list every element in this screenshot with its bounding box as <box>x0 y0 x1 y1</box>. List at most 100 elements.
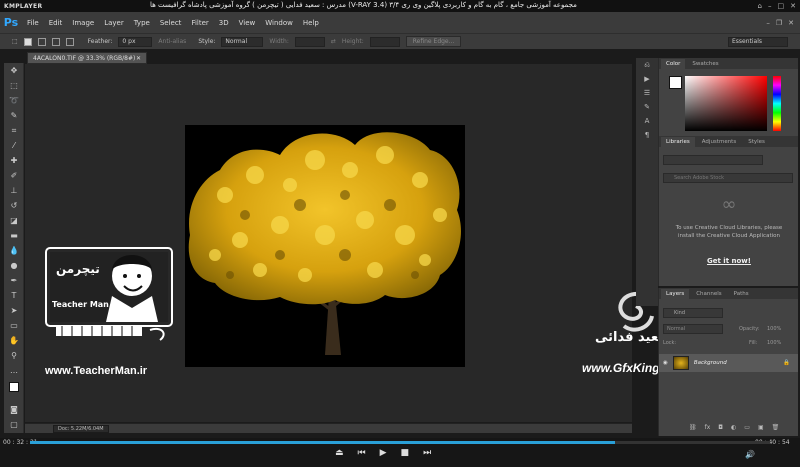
play-icon[interactable]: ▶ <box>380 448 387 458</box>
properties-panel-icon[interactable]: ☰ <box>636 86 658 100</box>
fx-icon[interactable]: fx <box>705 424 711 431</box>
eraser-tool-icon[interactable]: ◪ <box>4 213 24 228</box>
menu-filter[interactable]: Filter <box>186 19 213 27</box>
move-tool-icon[interactable]: ✥ <box>4 63 24 78</box>
menu-image[interactable]: Image <box>67 19 99 27</box>
prev-icon[interactable]: ⏮ <box>358 448 366 458</box>
shape-tool-icon[interactable]: ▭ <box>4 318 24 333</box>
new-selection-icon[interactable] <box>23 37 32 46</box>
adjustment-layer-icon[interactable]: ◐ <box>731 424 736 431</box>
menu-help[interactable]: Help <box>298 19 324 27</box>
next-icon[interactable]: ⏭ <box>423 448 431 458</box>
history-brush-icon[interactable]: ↺ <box>4 198 24 213</box>
path-select-tool-icon[interactable]: ➤ <box>4 303 24 318</box>
menu-layer[interactable]: Layer <box>99 19 129 27</box>
menu-file[interactable]: File <box>22 19 44 27</box>
menu-window[interactable]: Window <box>260 19 298 27</box>
library-select[interactable] <box>663 155 763 165</box>
swap-icon[interactable]: ⇄ <box>331 38 336 45</box>
blur-tool-icon[interactable]: 💧 <box>4 243 24 258</box>
height-input[interactable] <box>369 36 400 47</box>
volume-icon[interactable]: 🔊 <box>745 450 755 459</box>
ps-restore-icon[interactable]: ❐ <box>776 19 782 27</box>
subtract-selection-icon[interactable] <box>51 37 60 46</box>
doc-size-status[interactable]: Doc: 5.22M/6.04M <box>53 424 109 433</box>
quick-select-tool-icon[interactable]: ✎ <box>4 108 24 123</box>
player-title-bar: KMPLAYER مجموعه آموزشی جامع ، گام به گام… <box>0 0 800 12</box>
pin-icon[interactable]: ⌂ <box>758 2 762 10</box>
add-selection-icon[interactable] <box>37 37 46 46</box>
style-select[interactable]: Normal <box>221 36 264 47</box>
opacity-value[interactable]: 100% <box>767 326 781 332</box>
minimize-icon[interactable]: – <box>768 2 772 10</box>
fill-value[interactable]: 100% <box>767 340 781 346</box>
layer-kind-filter[interactable]: Kind <box>663 308 723 318</box>
menu-edit[interactable]: Edit <box>44 19 68 27</box>
document-close-icon[interactable]: ✕ <box>136 55 141 62</box>
color-field[interactable] <box>685 76 767 131</box>
tab-adjustments[interactable]: Adjustments <box>697 137 741 147</box>
menu-view[interactable]: View <box>234 19 261 27</box>
color-swatches-icon[interactable] <box>4 378 24 402</box>
history-panel-icon[interactable]: ⎌ <box>636 58 658 72</box>
refine-edge-button[interactable]: Refine Edge... <box>405 36 462 47</box>
hand-tool-icon[interactable]: ✋ <box>4 333 24 348</box>
group-folder-icon[interactable]: ▭ <box>744 424 750 431</box>
layer-row-background[interactable]: ◉ Background 🔒 <box>659 354 798 372</box>
eyedropper-tool-icon[interactable]: ⁄ <box>4 138 24 153</box>
tab-layers[interactable]: Layers <box>661 289 690 299</box>
document-tab[interactable]: 4ACALON0.TIF @ 33.3% (RGB/8#) ✕ <box>27 52 147 64</box>
height-label: Height: <box>341 38 364 45</box>
get-it-now-link[interactable]: Get it now! <box>659 257 799 265</box>
type-tool-icon[interactable]: T <box>4 288 24 303</box>
tab-color[interactable]: Color <box>661 59 686 69</box>
playlist-icon[interactable]: ⏏ <box>335 448 344 458</box>
tab-libraries[interactable]: Libraries <box>661 137 695 147</box>
character-panel-icon[interactable]: A <box>636 114 658 128</box>
seek-bar[interactable] <box>30 441 770 444</box>
blend-mode-select[interactable]: Normal <box>663 324 723 334</box>
zoom-tool-icon[interactable]: ⚲ <box>4 348 24 363</box>
dodge-tool-icon[interactable]: ● <box>4 258 24 273</box>
trash-icon[interactable]: 🗑 <box>772 424 780 431</box>
link-layers-icon[interactable]: ⛓ <box>689 424 697 431</box>
pen-tool-icon[interactable]: ✒ <box>4 273 24 288</box>
antialias-checkbox[interactable]: Anti-alias <box>158 38 186 45</box>
screen-mode-icon[interactable]: ▢ <box>4 417 24 432</box>
width-input[interactable] <box>294 36 325 47</box>
tab-channels[interactable]: Channels <box>691 289 726 299</box>
lasso-tool-icon[interactable]: ➰ <box>4 93 24 108</box>
ps-close-icon[interactable]: ✕ <box>788 19 794 27</box>
menu-type[interactable]: Type <box>129 19 155 27</box>
maximize-icon[interactable]: □ <box>778 2 785 10</box>
menu-select[interactable]: Select <box>155 19 187 27</box>
menu-3d[interactable]: 3D <box>214 19 234 27</box>
healing-tool-icon[interactable]: ✚ <box>4 153 24 168</box>
brush-tool-icon[interactable]: ✐ <box>4 168 24 183</box>
tab-styles[interactable]: Styles <box>743 137 770 147</box>
tab-paths[interactable]: Paths <box>729 289 754 299</box>
close-icon[interactable]: ✕ <box>790 2 796 10</box>
crop-tool-icon[interactable]: ⌗ <box>4 123 24 138</box>
hue-slider[interactable] <box>773 76 781 131</box>
tab-swatches[interactable]: Swatches <box>687 59 723 69</box>
paragraph-panel-icon[interactable]: ¶ <box>636 128 658 142</box>
quick-mask-icon[interactable]: ◙ <box>4 402 24 417</box>
stop-icon[interactable]: ■ <box>401 448 410 458</box>
library-search[interactable]: Search Adobe Stock <box>663 173 793 183</box>
new-layer-icon[interactable]: ▣ <box>758 424 764 431</box>
intersect-selection-icon[interactable] <box>65 37 74 46</box>
more-tools-icon[interactable]: … <box>4 363 24 378</box>
feather-input[interactable]: 0 px <box>118 36 153 47</box>
gradient-tool-icon[interactable]: ▬ <box>4 228 24 243</box>
color-swatch-fg[interactable] <box>669 76 682 89</box>
marquee-tool-icon[interactable]: ⬚ <box>4 78 24 93</box>
ps-minimize-icon[interactable]: – <box>766 19 770 27</box>
add-mask-icon[interactable]: ◘ <box>718 424 723 431</box>
workspace-select[interactable]: Essentials <box>728 36 788 47</box>
stamp-tool-icon[interactable]: ⊥ <box>4 183 24 198</box>
marquee-tool-icon[interactable]: ⬚ <box>12 38 18 45</box>
actions-panel-icon[interactable]: ▶ <box>636 72 658 86</box>
brush-panel-icon[interactable]: ✎ <box>636 100 658 114</box>
visibility-eye-icon[interactable]: ◉ <box>663 360 668 366</box>
